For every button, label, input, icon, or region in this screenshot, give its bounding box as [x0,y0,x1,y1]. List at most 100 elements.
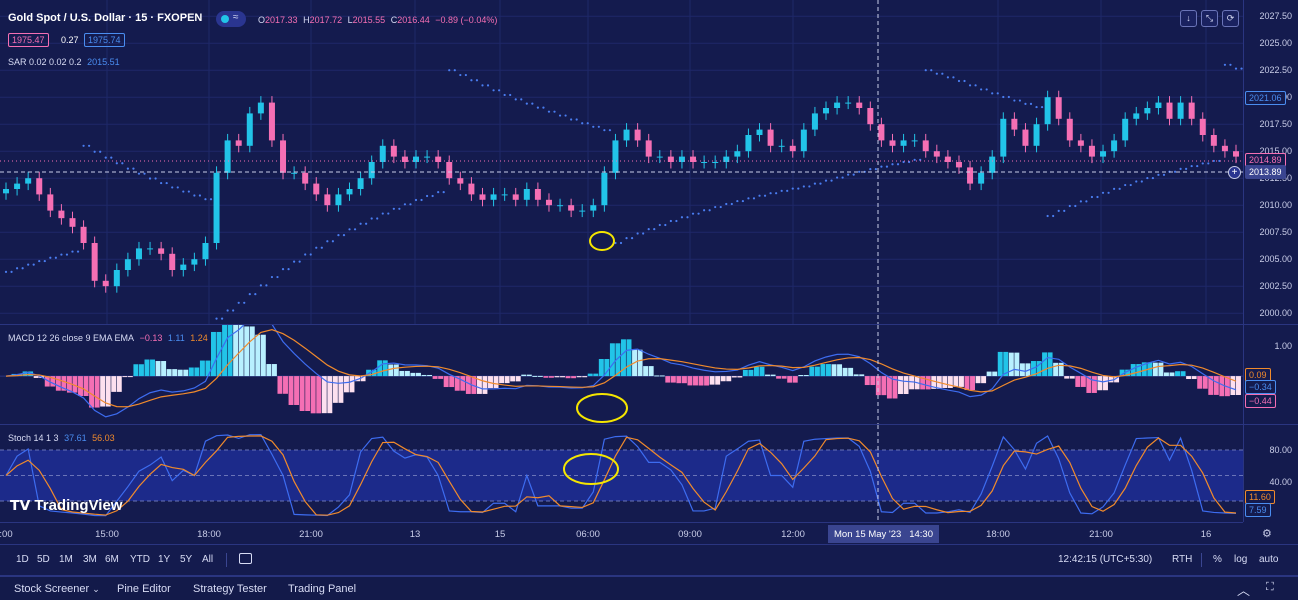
tab-label: Stock Screener [14,583,90,595]
stoch-legend[interactable]: Stoch 14 1 3 37.61 56.03 [8,433,118,443]
sar-dot [664,223,667,227]
refresh-button[interactable]: ⟳ [1222,10,1239,27]
candle-body [1177,102,1184,119]
sar-dot [647,228,650,231]
candle-body [579,210,586,212]
sar-dot [298,260,301,263]
candle-body [867,108,874,125]
stoch-chart[interactable] [0,425,1243,522]
sar-dot [697,212,700,215]
range-all[interactable]: All [202,554,213,565]
time-label: 21:00 [299,529,323,540]
tab-pine-editor[interactable]: Pine Editor [117,583,171,595]
clock[interactable]: 12:42:15 (UTC+5:30) [1058,554,1152,565]
candle-body [235,140,242,146]
candle-body [944,156,951,162]
sar-dot [209,198,213,201]
sar-legend[interactable]: SAR 0.02 0.02 0.2 2015.51 [8,57,123,67]
time-label: 12:00 [781,529,805,540]
macd-histogram-bar [410,372,416,377]
stoch-axis[interactable]: 80.00 40.00 11.60 7.59 [1243,425,1298,522]
macd-histogram-bar [482,376,488,394]
sar-dot [630,237,634,240]
crosshair-price-tag: 2013.89 [1245,165,1286,179]
macd-histogram-bar [986,371,992,377]
sar-label: SAR 0.02 0.02 0.2 [8,57,82,67]
macd-histogram-bar [260,334,266,377]
rth-toggle[interactable]: RTH [1172,554,1192,565]
macd-histogram-bar [94,376,100,408]
tab-trading-panel[interactable]: Trading Panel [288,583,356,595]
macd-legend[interactable]: MACD 12 26 close 9 EMA EMA −0.13 1.11 1.… [8,333,211,343]
time-axis-settings-icon[interactable]: ⚙ [1262,527,1272,540]
sar-dot [1157,173,1160,176]
maximize-icon[interactable]: ⛶ [1266,581,1274,594]
macd-histogram-bar [731,376,737,378]
range-ytd[interactable]: YTD [130,554,150,565]
macd-histogram-bar [543,376,549,378]
sar-dot [60,253,63,256]
candle-body [468,183,475,195]
ohlc-legend: O2017.33 H2017.72 L2015.55 C2016.44 −0.8… [258,15,500,25]
macd-histogram-bar [970,376,975,391]
range-5d[interactable]: 5D [37,554,50,565]
range-1m[interactable]: 1M [59,554,73,565]
stoch-pane[interactable]: Stoch 14 1 3 37.61 56.03 𝗧𝗩 TradingView [0,425,1243,522]
sar-dot [331,240,334,243]
symbol-title[interactable]: Gold Spot / U.S. Dollar · 15 · FXOPEN [8,12,202,24]
time-axis[interactable]: :00 15:00 18:00 21:00 13 15 06:00 09:00 … [0,522,1243,544]
low-label: L [347,15,353,25]
macd-histogram-bar [1186,376,1192,380]
bid-price[interactable]: 1975.47 [8,33,49,47]
close-value: 2016.44 [397,15,430,25]
range-1y[interactable]: 1Y [158,554,170,565]
candle-body [967,167,974,184]
sar-dot [808,185,811,188]
percent-toggle[interactable]: % [1213,554,1222,565]
arrow-down-icon: ↓ [1186,13,1191,23]
macd-histogram-bar [886,376,892,399]
candle-body [623,129,630,141]
sar-dot [498,89,501,92]
macd-histogram-bar [975,376,981,384]
sar-dot [996,92,999,95]
macd-histogram-bar [1064,376,1070,379]
tradingview-watermark[interactable]: 𝗧𝗩 TradingView [10,497,122,514]
price-pane[interactable]: Gold Spot / U.S. Dollar · 15 · FXOPEN ≈ … [0,0,1243,324]
candle-body [191,259,198,265]
range-6m[interactable]: 6M [105,554,119,565]
range-1d[interactable]: 1D [16,554,29,565]
stoch-k-value: 37.61 [64,433,87,443]
range-3m[interactable]: 3M [83,554,97,565]
calendar-goto-icon[interactable] [239,553,252,564]
price-axis[interactable]: 2027.502025.002022.502020.002017.502015.… [1243,0,1298,324]
collapse-button[interactable]: ⤡ [1201,10,1218,27]
candle-body [823,108,829,114]
arrow-down-button[interactable]: ↓ [1180,10,1197,27]
sar-dot [420,198,423,202]
crosshair-add-icon[interactable]: + [1228,166,1241,179]
range-5y[interactable]: 5Y [180,554,192,565]
candle-body [800,129,807,152]
visibility-toggle[interactable]: ≈ [216,11,246,27]
chevron-up-icon[interactable]: ︿ [1237,580,1250,599]
stoch-tick-40: 40.00 [1269,477,1292,487]
sar-dot [1234,67,1238,70]
macd-pane[interactable]: MACD 12 26 close 9 EMA EMA −0.13 1.11 1.… [0,325,1243,424]
sar-dot [780,189,783,192]
macd-histogram-bar [449,376,455,388]
log-toggle[interactable]: log [1234,554,1247,565]
sar-dot [1179,167,1182,170]
ask-price[interactable]: 1975.74 [84,33,125,47]
tab-strategy-tester[interactable]: Strategy Tester [193,583,267,595]
macd-histogram-bar [925,376,931,390]
macd-axis[interactable]: 1.00 0.09 −0.34 −0.44 [1243,325,1298,424]
macd-histogram-bar [155,361,161,377]
macd-histogram-bar [55,376,61,391]
macd-histogram-bar [798,375,804,377]
macd-histogram-bar [748,369,754,377]
price-chart[interactable] [0,0,1243,324]
auto-toggle[interactable]: auto [1259,554,1278,565]
sar-dot [1135,180,1138,183]
tab-stock-screener[interactable]: Stock Screener ⌄ [14,583,100,595]
